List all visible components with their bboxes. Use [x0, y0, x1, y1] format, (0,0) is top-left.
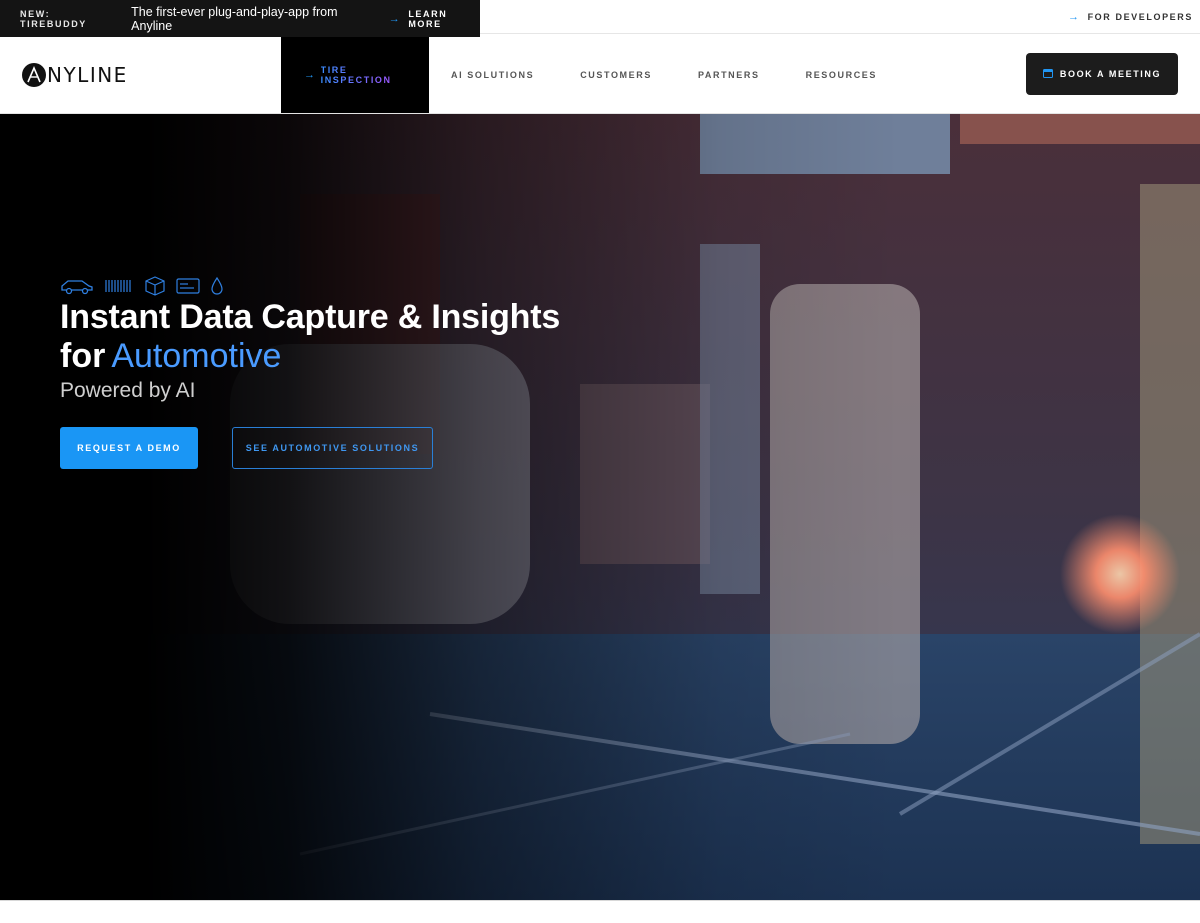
logo-a-mark-icon — [22, 63, 46, 87]
for-developers-label: FOR DEVELOPERS — [1087, 11, 1193, 22]
arrow-right-icon: → — [388, 12, 402, 25]
hero-overlay — [0, 114, 1200, 900]
announcement-tag: NEW: TIREBUDDY — [20, 8, 87, 29]
arrow-right-icon: → — [304, 69, 317, 81]
nav-item-label: RESOURCES — [805, 70, 878, 80]
page-bottom-edge — [0, 900, 1200, 923]
nav-item-resources[interactable]: RESOURCES — [783, 37, 900, 113]
hero-subheadline: Powered by AI — [60, 379, 196, 402]
id-card-icon — [176, 277, 200, 300]
hero-section — [0, 114, 1200, 900]
book-meeting-button[interactable]: BOOK A MEETING — [1026, 53, 1178, 95]
calendar-icon — [1042, 68, 1053, 80]
see-automotive-solutions-button[interactable]: SEE AUTOMOTIVE SOLUTIONS — [232, 427, 433, 469]
nav-item-ai-solutions[interactable]: AI SOLUTIONS — [429, 37, 557, 113]
announcement-message: The first-ever plug-and-play-app from An… — [131, 4, 338, 33]
hero-headline: Instant Data Capture & Insights — [60, 298, 561, 336]
arrow-right-icon: → — [1067, 10, 1081, 23]
headline-accent: Automotive — [111, 337, 282, 375]
logo-text: NYLINE — [47, 63, 128, 87]
nav-menu: → TIRE INSPECTION AI SOLUTIONS CUSTOMERS… — [281, 37, 900, 113]
barcode-icon — [104, 277, 134, 300]
learn-more-label: LEARN MORE — [408, 8, 448, 29]
developer-strip: → FOR DEVELOPERS — [480, 0, 1200, 34]
drop-icon — [210, 276, 224, 300]
nav-item-label: TIRE INSPECTION — [321, 65, 406, 85]
nav-item-partners[interactable]: PARTNERS — [675, 37, 783, 113]
request-demo-button[interactable]: REQUEST A DEMO — [60, 427, 198, 469]
nav-item-label: AI SOLUTIONS — [451, 70, 535, 80]
main-nav: NYLINE → TIRE INSPECTION AI SOLUTIONS CU… — [0, 37, 1200, 114]
learn-more-link[interactable]: → LEARN MORE — [389, 9, 480, 29]
book-meeting-label: BOOK A MEETING — [1059, 69, 1162, 79]
nav-item-customers[interactable]: CUSTOMERS — [557, 37, 675, 113]
hero-headline-line2: for Automotive — [60, 337, 281, 375]
nav-item-label: CUSTOMERS — [580, 70, 652, 80]
announcement-bar: NEW: TIREBUDDY The first-ever plug-and-p… — [0, 0, 480, 37]
nav-item-label: PARTNERS — [697, 70, 760, 80]
headline-for: for — [60, 337, 106, 375]
for-developers-link[interactable]: → FOR DEVELOPERS — [1068, 11, 1193, 23]
nav-item-tire-inspection[interactable]: → TIRE INSPECTION — [281, 37, 429, 113]
anyline-logo[interactable]: NYLINE — [22, 61, 128, 89]
car-icon — [60, 277, 94, 300]
